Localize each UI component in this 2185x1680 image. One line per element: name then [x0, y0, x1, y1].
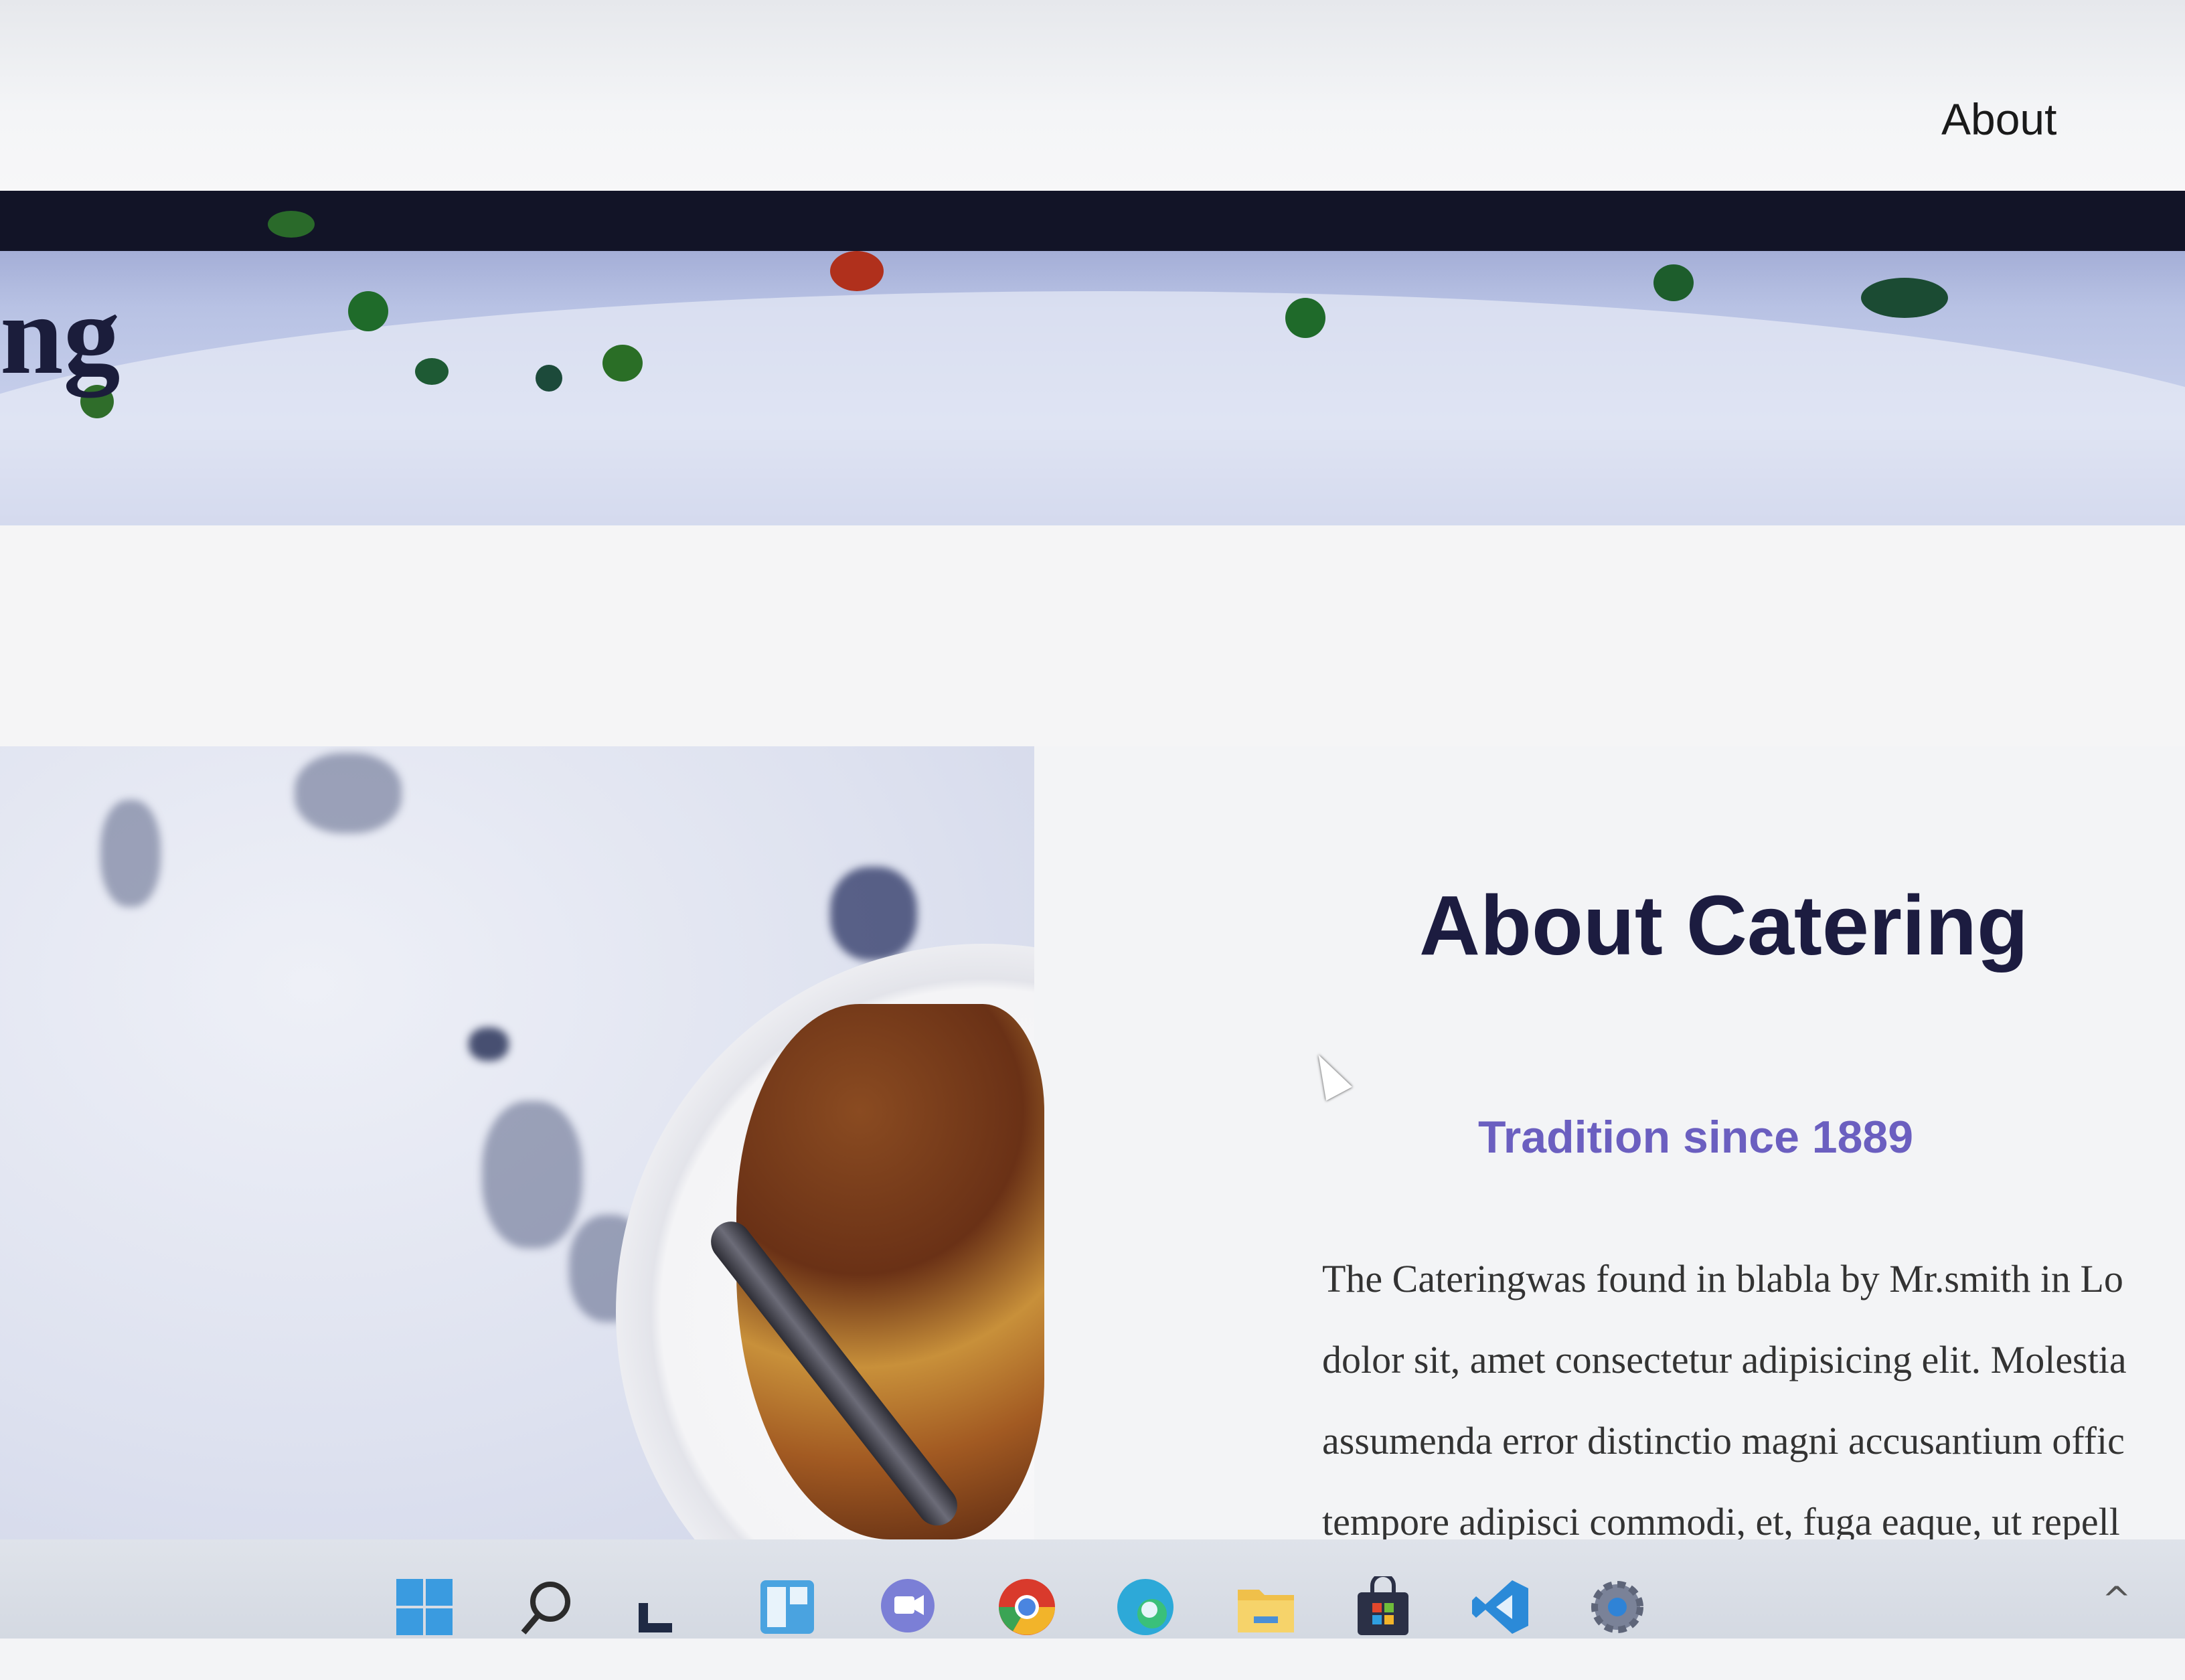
file-explorer-icon[interactable] [1235, 1576, 1297, 1638]
tray-chevron-icon[interactable]: ^ [2102, 1580, 2131, 1620]
vscode-icon[interactable] [1469, 1576, 1531, 1638]
hero-plate-image [0, 291, 2185, 525]
about-paragraph-line: The Cateringwas found in blabla by Mr.sm… [1322, 1257, 2123, 1300]
search-icon[interactable] [515, 1576, 577, 1638]
chrome-icon[interactable] [996, 1576, 1058, 1638]
taskbar [0, 1539, 2185, 1639]
store-icon[interactable] [1352, 1576, 1414, 1638]
task-view-icon[interactable] [629, 1576, 691, 1638]
about-subtitle: Tradition since 1889 [1478, 1112, 1914, 1163]
top-navbar: About [0, 0, 2185, 191]
hero-top-band [0, 191, 2185, 251]
settings-icon[interactable] [1587, 1576, 1648, 1638]
nav-link-about[interactable]: About [1941, 94, 2056, 145]
about-title: About Catering [1419, 878, 2028, 973]
hero-title-fragment: ng [0, 272, 120, 398]
mouse-cursor [1305, 1047, 1352, 1101]
windows-start-icon[interactable] [394, 1576, 455, 1638]
section-spacer [0, 525, 2185, 746]
hero-banner: ng [0, 191, 2185, 525]
about-paragraph-line: dolor sit, amet consectetur adipisicing … [1322, 1338, 2127, 1381]
widgets-icon[interactable] [756, 1576, 818, 1638]
edge-icon[interactable] [1115, 1576, 1176, 1638]
chat-icon[interactable] [877, 1576, 939, 1638]
about-paragraph: The Cateringwas found in blabla by Mr.sm… [1322, 1238, 2185, 1562]
about-paragraph-line: assumenda error distinctio magni accusan… [1322, 1419, 2125, 1462]
hero-title: ng [0, 278, 120, 392]
